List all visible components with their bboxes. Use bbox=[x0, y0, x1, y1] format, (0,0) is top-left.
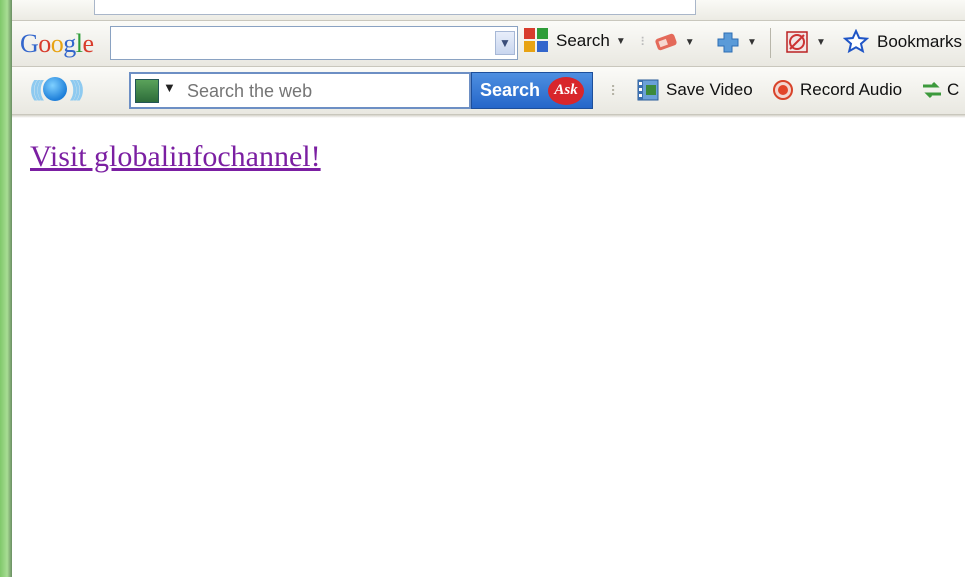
ask-logo-icon: Ask bbox=[548, 76, 585, 105]
record-icon bbox=[773, 80, 793, 100]
chevron-down-icon[interactable]: ▼ bbox=[163, 80, 176, 95]
search-engine-icon[interactable] bbox=[135, 79, 159, 103]
globalinfochannel-link[interactable]: Visit globalinfochannel! bbox=[30, 140, 321, 174]
highlighter-button[interactable]: ⠇ ▼ bbox=[640, 30, 695, 54]
film-icon bbox=[637, 79, 659, 101]
pagerank-button[interactable]: ▼ bbox=[784, 29, 826, 55]
ask-search-input[interactable] bbox=[187, 78, 457, 104]
save-video-label: Save Video bbox=[666, 80, 753, 99]
puzzle-icon bbox=[717, 32, 739, 53]
convert-icon bbox=[923, 81, 941, 99]
google-logo[interactable]: Google bbox=[20, 29, 94, 59]
pagerank-icon bbox=[786, 31, 808, 53]
toolbar-shadow bbox=[12, 115, 965, 118]
convert-label: C bbox=[947, 80, 960, 99]
google-apps-icon bbox=[524, 28, 550, 54]
toolbar-divider bbox=[770, 28, 771, 58]
broadcast-icon bbox=[42, 77, 67, 101]
chevron-down-icon[interactable]: ▼ bbox=[495, 31, 515, 55]
save-video-button[interactable]: Save Video bbox=[636, 77, 753, 103]
audio-waves-logo[interactable]: ((( ))) bbox=[30, 76, 84, 102]
bookmarks-button[interactable]: Bookmarks bbox=[843, 29, 962, 55]
chevron-down-icon[interactable]: ▼ bbox=[747, 37, 757, 48]
ask-search-button-label: Search bbox=[480, 80, 541, 100]
ask-search-box: ▼ bbox=[129, 72, 471, 109]
chevron-down-icon[interactable]: ▼ bbox=[816, 37, 826, 48]
convert-button[interactable]: C bbox=[921, 79, 959, 101]
chevron-down-icon[interactable]: ▼ bbox=[616, 36, 626, 47]
highlighter-icon bbox=[655, 33, 677, 51]
google-search-input[interactable]: ▼ bbox=[110, 26, 518, 60]
grip-icon: ⠇ bbox=[640, 35, 649, 49]
record-audio-button[interactable]: Record Audio bbox=[772, 79, 902, 101]
google-search-button[interactable]: Search ▼ bbox=[524, 28, 626, 54]
menu-strip bbox=[12, 0, 965, 21]
address-bar-edge[interactable] bbox=[94, 0, 696, 15]
grip-icon[interactable]: ⠇ bbox=[610, 83, 620, 100]
star-icon bbox=[843, 29, 869, 54]
bookmarks-label: Bookmarks bbox=[877, 32, 963, 51]
search-label: Search bbox=[556, 31, 610, 50]
browser-window: Google ▼ Search ▼ ⠇ ▼ ▼ ▼ Bookmarks (((… bbox=[0, 0, 965, 577]
record-audio-label: Record Audio bbox=[800, 80, 903, 99]
ask-search-button[interactable]: Search Ask bbox=[471, 72, 593, 109]
puzzle-button[interactable]: ▼ bbox=[715, 30, 757, 54]
window-left-border bbox=[0, 0, 12, 577]
chevron-down-icon[interactable]: ▼ bbox=[685, 37, 695, 48]
